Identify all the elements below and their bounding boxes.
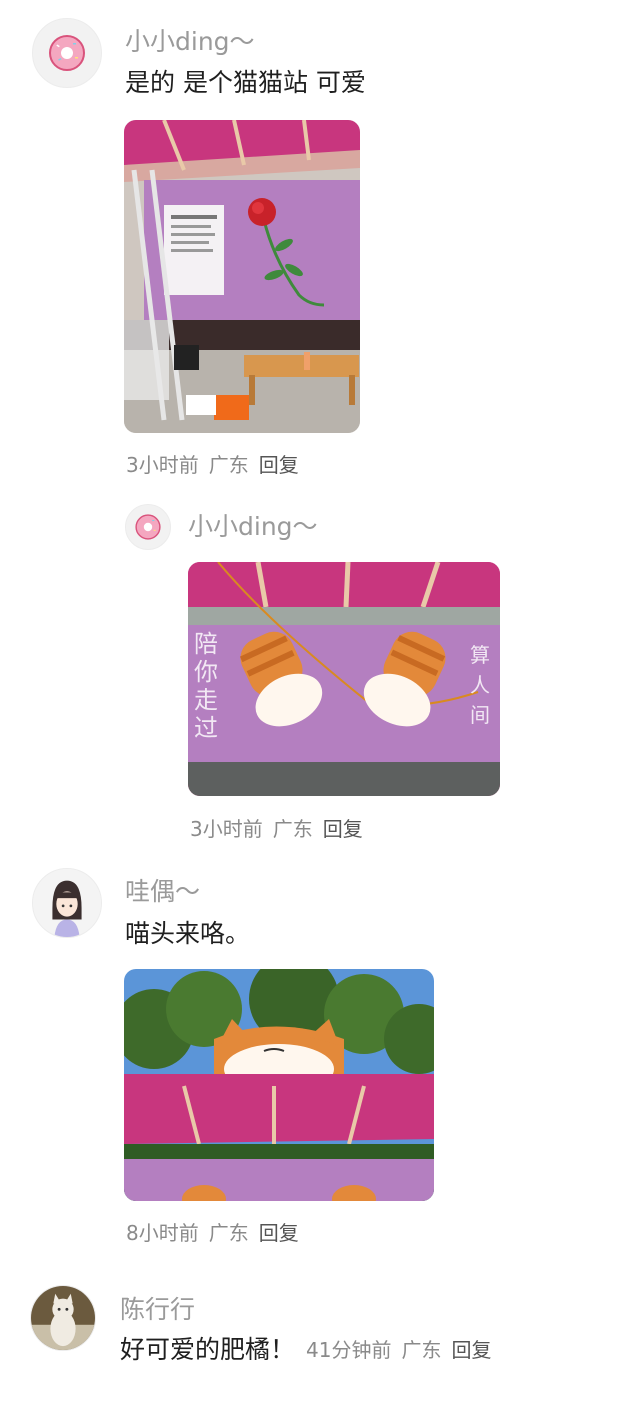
reply-button[interactable]: 回复	[259, 453, 299, 477]
comment-text[interactable]: 是的 是个猫猫站 可爱	[125, 63, 366, 99]
timestamp: 41分钟前	[306, 1338, 392, 1362]
comment-photo[interactable]	[124, 969, 434, 1201]
location: 广东	[208, 1221, 249, 1245]
comment-meta: 3小时前 广东 回复	[190, 813, 363, 842]
location: 广东	[208, 453, 249, 477]
comment-photo[interactable]: 陪 你 走 过 算 人 间	[188, 562, 500, 796]
timestamp: 3小时前	[190, 817, 263, 841]
svg-text:过: 过	[194, 714, 218, 742]
avatar[interactable]	[125, 504, 171, 550]
cartoon-girl-icon	[33, 869, 101, 937]
svg-text:陪: 陪	[194, 630, 218, 658]
reply-button[interactable]: 回复	[323, 817, 363, 841]
donut-icon	[135, 514, 161, 540]
avatar[interactable]	[30, 1285, 96, 1351]
avatar[interactable]	[32, 868, 102, 938]
username[interactable]: 小小ding～	[188, 507, 318, 543]
reply-button[interactable]: 回复	[451, 1338, 491, 1362]
cat-photo-icon	[31, 1286, 95, 1350]
comment-meta: 41分钟前 广东 回复	[306, 1334, 491, 1363]
svg-text:走: 走	[194, 686, 218, 714]
timestamp: 8小时前	[126, 1221, 199, 1245]
location: 广东	[401, 1338, 442, 1362]
donut-icon	[49, 35, 85, 71]
comment-meta: 8小时前 广东 回复	[126, 1217, 299, 1246]
reply-button[interactable]: 回复	[259, 1221, 299, 1245]
comment-meta: 3小时前 广东 回复	[126, 449, 299, 478]
comment-text[interactable]: 好可爱的肥橘！	[120, 1330, 295, 1366]
comment-text[interactable]: 喵头来咯。	[125, 914, 250, 950]
svg-text:间: 间	[470, 703, 490, 727]
svg-text:算: 算	[470, 643, 490, 667]
username[interactable]: 小小ding～	[125, 22, 255, 58]
location: 广东	[272, 817, 313, 841]
avatar[interactable]	[32, 18, 102, 88]
username[interactable]: 哇偶～	[125, 872, 200, 908]
comment-photo[interactable]	[124, 120, 360, 433]
timestamp: 3小时前	[126, 453, 199, 477]
svg-text:你: 你	[194, 658, 218, 686]
svg-text:人: 人	[470, 673, 490, 697]
username[interactable]: 陈行行	[120, 1290, 195, 1326]
